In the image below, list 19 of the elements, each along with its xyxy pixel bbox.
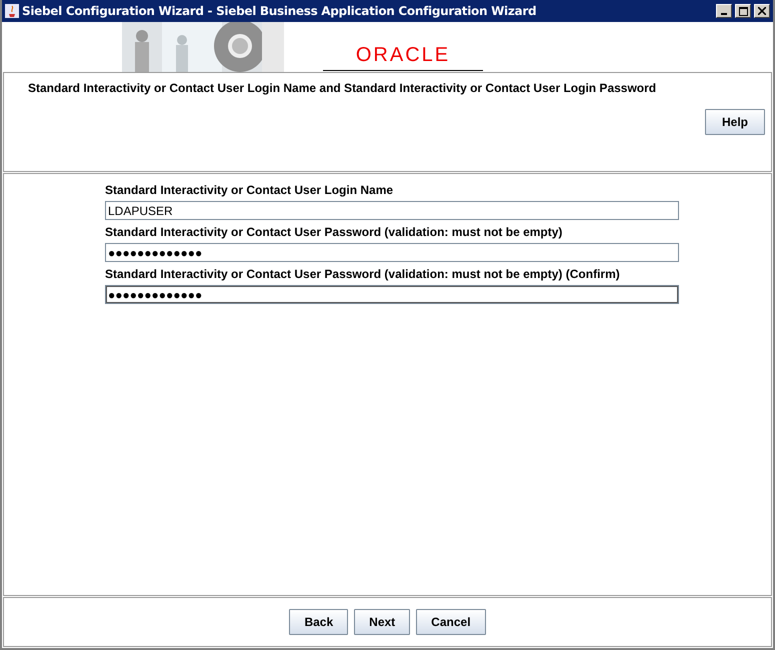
input-field[interactable]: ●●●●●●●●●●●●● <box>105 243 679 262</box>
input-field[interactable]: LDAPUSER <box>105 201 679 220</box>
app-icon <box>5 4 19 18</box>
field-label: Standard Interactivity or Contact User Password (validation: must not be empty) <box>105 225 564 239</box>
field-label: Standard Interactivity or Contact User Password (validation: must not be empty) (Confirm) <box>105 267 621 281</box>
close-button[interactable] <box>754 4 770 18</box>
page-description: Standard Interactivity or Contact User Login Name and Standard Interactivity or Contact User Login Password <box>28 81 656 95</box>
wizard-button[interactable]: Cancel <box>416 609 486 635</box>
minimize-button[interactable] <box>716 4 732 18</box>
oracle-logo: ORACLE <box>323 44 483 71</box>
wizard-button[interactable]: Back <box>289 609 348 635</box>
input-field[interactable]: ●●●●●●●●●●●●● <box>105 285 679 304</box>
help-button[interactable]: Help <box>705 109 765 135</box>
maximize-button[interactable] <box>735 4 751 18</box>
maximize-icon <box>738 6 748 16</box>
window-title: Siebel Configuration Wizard - Siebel Business Application Configuration Wizard <box>22 4 538 18</box>
field-label: Standard Interactivity or Contact User Login Name <box>105 183 394 197</box>
close-icon <box>758 7 766 15</box>
wizard-button[interactable]: Next <box>354 609 410 635</box>
